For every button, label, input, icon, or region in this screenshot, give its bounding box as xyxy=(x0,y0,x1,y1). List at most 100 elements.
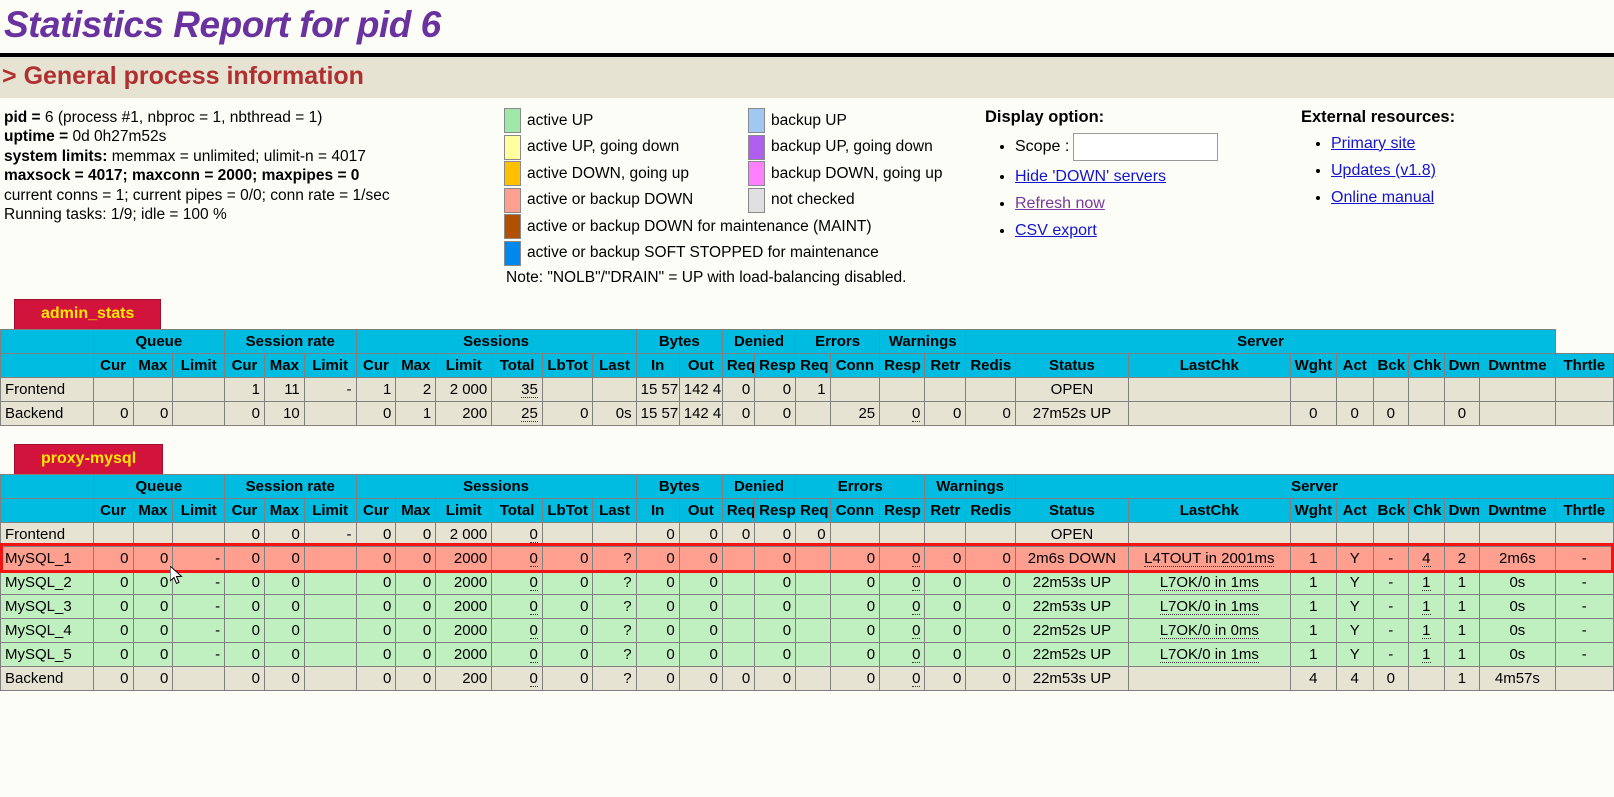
proxy-name-tab-admin_stats[interactable]: admin_stats xyxy=(14,298,162,329)
table-row-MySQL_2[interactable]: MySQL_2 0 0-0 0 0 0 2000 0 0? 0 0 0 0 0 0 0 22m53s UP L7O… xyxy=(0,569,1614,595)
column-header-cur[interactable]: Cur xyxy=(92,352,134,378)
column-header-act[interactable]: Act xyxy=(1335,352,1374,378)
column-header-max[interactable]: Max xyxy=(395,497,437,523)
cell-max: 0 xyxy=(263,521,305,547)
column-header-in[interactable]: In xyxy=(635,497,680,523)
column-header-max[interactable]: Max xyxy=(263,497,305,523)
column-header-total[interactable]: Total xyxy=(491,497,543,523)
cell-max: 0 xyxy=(263,665,305,691)
column-header-redis[interactable]: Redis xyxy=(965,352,1016,378)
column-header-out[interactable]: Out xyxy=(678,352,723,378)
column-header-act[interactable]: Act xyxy=(1335,497,1374,523)
column-header-limit[interactable]: Limit xyxy=(435,497,493,523)
cell-in: 15 576 xyxy=(635,400,680,426)
cell-resp: 0 xyxy=(879,400,926,426)
column-header-max[interactable]: Max xyxy=(263,352,305,378)
column-header-redis[interactable]: Redis xyxy=(965,497,1016,523)
table-row-Frontend[interactable]: Frontend 0 0-0 0 2 000 0 0 0 0 0 0 OPEN xyxy=(0,521,1614,547)
column-header-blank[interactable] xyxy=(0,352,94,378)
column-header-req[interactable]: Req xyxy=(795,352,831,378)
column-header-in[interactable]: In xyxy=(635,352,680,378)
cell-out: 0 xyxy=(678,569,723,595)
column-header-resp[interactable]: Resp xyxy=(754,352,797,378)
column-header-req[interactable]: Req xyxy=(721,352,756,378)
table-row-Backend[interactable]: Backend00010012002500s15 576142 42700250… xyxy=(0,400,1614,426)
column-header-conn[interactable]: Conn xyxy=(829,497,881,523)
table-row-MySQL_3[interactable]: MySQL_3 0 0-0 0 0 0 2000 0 0? 0 0 0 0 0 0 0 22m53s UP L7O… xyxy=(0,593,1614,619)
column-header-wght[interactable]: Wght xyxy=(1289,497,1337,523)
column-header-dwntme[interactable]: Dwntme xyxy=(1479,352,1556,378)
column-header-lbtot[interactable]: LbTot xyxy=(541,497,594,523)
hide-down-servers-item[interactable]: Hide 'DOWN' servers xyxy=(1015,166,1285,188)
column-header-thrtle[interactable]: Thrtle xyxy=(1554,497,1614,523)
column-header-bck[interactable]: Bck xyxy=(1372,497,1410,523)
cell-retr: 0 xyxy=(924,617,967,643)
column-header-conn[interactable]: Conn xyxy=(829,352,881,378)
column-header-status[interactable]: Status xyxy=(1014,497,1130,523)
column-header-thrtle[interactable]: Thrtle xyxy=(1554,352,1614,378)
column-header-limit[interactable]: Limit xyxy=(435,352,493,378)
refresh-now-item[interactable]: Refresh now xyxy=(1015,193,1285,215)
hide-down-servers-link[interactable]: Hide 'DOWN' servers xyxy=(1015,168,1166,185)
column-header-resp[interactable]: Resp xyxy=(754,497,797,523)
column-header-req[interactable]: Req xyxy=(795,497,831,523)
primary-site-item[interactable]: Primary site xyxy=(1331,133,1571,155)
column-header-blank[interactable] xyxy=(0,497,94,523)
primary-site-link[interactable]: Primary site xyxy=(1331,135,1415,152)
updates-item[interactable]: Updates (v1.8) xyxy=(1331,160,1571,182)
column-header-wght[interactable]: Wght xyxy=(1289,352,1337,378)
column-header-lastchk[interactable]: LastChk xyxy=(1127,352,1291,378)
column-header-limit[interactable]: Limit xyxy=(303,497,357,523)
table-row-Frontend[interactable]: Frontend111-122 0003515 576142 427001OPE… xyxy=(0,376,1614,402)
column-header-out[interactable]: Out xyxy=(678,497,723,523)
column-header-resp[interactable]: Resp xyxy=(879,497,926,523)
cell-retr xyxy=(924,376,967,402)
column-header-cur[interactable]: Cur xyxy=(224,352,265,378)
cell-dwn: 1 xyxy=(1443,641,1481,667)
column-header-lastchk[interactable]: LastChk xyxy=(1128,497,1291,523)
column-header-total[interactable]: Total xyxy=(491,352,543,378)
column-header-bck[interactable]: Bck xyxy=(1372,352,1410,378)
column-header-chk[interactable]: Chk xyxy=(1408,352,1445,378)
column-header-last[interactable]: Last xyxy=(592,352,637,378)
legend-item: backup UP xyxy=(748,108,942,135)
online-manual-link[interactable]: Online manual xyxy=(1331,189,1434,206)
column-header-limit[interactable]: Limit xyxy=(172,352,226,378)
refresh-now-link[interactable]: Refresh now xyxy=(1015,195,1105,212)
table-row-Backend[interactable]: Backend 0 0 0 0 0 0 200 0 0? 0 0 0 0 0 0 0 0 22m53s UP 4 4 0 1… xyxy=(0,665,1614,691)
column-header-status[interactable]: Status xyxy=(1014,352,1129,378)
column-header-req[interactable]: Req xyxy=(721,497,756,523)
column-header-limit[interactable]: Limit xyxy=(303,352,357,378)
column-header-cur[interactable]: Cur xyxy=(355,352,397,378)
column-header-lbtot[interactable]: LbTot xyxy=(541,352,594,378)
column-header-chk[interactable]: Chk xyxy=(1408,497,1445,523)
cell-last xyxy=(592,376,637,402)
column-header-cur[interactable]: Cur xyxy=(224,497,265,523)
column-header-max[interactable]: Max xyxy=(132,497,174,523)
csv-export-item[interactable]: CSV export xyxy=(1015,220,1285,242)
column-header-retr[interactable]: Retr xyxy=(924,352,967,378)
updates-link[interactable]: Updates (v1.8) xyxy=(1331,162,1436,179)
column-header-cur[interactable]: Cur xyxy=(355,497,397,523)
online-manual-item[interactable]: Online manual xyxy=(1331,187,1571,209)
table-row-MySQL_5[interactable]: MySQL_5 0 0-0 0 0 0 2000 0 0? 0 0 0 0 0 0 0 22m52s UP L7O… xyxy=(0,641,1614,667)
proxy-name-tab-proxy-mysql[interactable]: proxy-mysql xyxy=(14,443,164,474)
column-header-cur[interactable]: Cur xyxy=(92,497,134,523)
table-row-MySQL_1[interactable]: MySQL_1 0 0-0 0 0 0 2000 0 0? 0 0 0 0 0 0 0 2m6s DOWN L4T… xyxy=(0,545,1614,571)
column-header-dwn[interactable]: Dwn xyxy=(1443,497,1481,523)
table-row-MySQL_4[interactable]: MySQL_4 0 0-0 0 0 0 2000 0 0? 0 0 0 0 0 0 0 22m52s UP L7O… xyxy=(0,617,1614,643)
column-header-retr[interactable]: Retr xyxy=(924,497,967,523)
column-header-max[interactable]: Max xyxy=(132,352,174,378)
column-header-limit[interactable]: Limit xyxy=(172,497,226,523)
cell-limit: 200 xyxy=(435,665,493,691)
cell-resp xyxy=(879,376,926,402)
column-header-dwn[interactable]: Dwn xyxy=(1443,352,1481,378)
csv-export-link[interactable]: CSV export xyxy=(1015,222,1097,239)
scope-input[interactable] xyxy=(1073,132,1219,161)
column-header-dwntme[interactable]: Dwntme xyxy=(1479,497,1556,523)
cell-out: 142 427 xyxy=(678,376,723,402)
column-header-last[interactable]: Last xyxy=(592,497,637,523)
cell-act xyxy=(1335,376,1374,402)
column-header-resp[interactable]: Resp xyxy=(879,352,926,378)
column-header-max[interactable]: Max xyxy=(395,352,437,378)
